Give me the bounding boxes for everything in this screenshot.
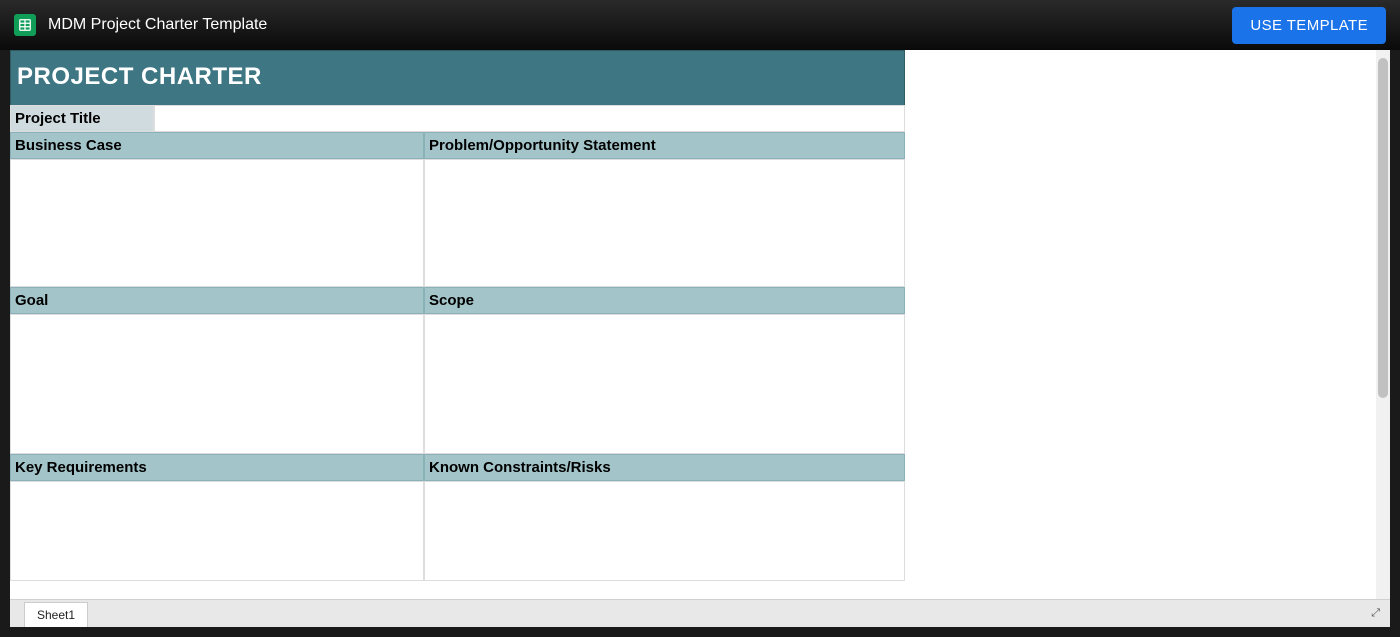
goal-cell[interactable]: [10, 314, 424, 454]
scrollbar-thumb[interactable]: [1378, 58, 1388, 398]
section-body-row-2: [10, 314, 905, 454]
scope-cell[interactable]: [424, 314, 905, 454]
section-body-row-1: [10, 159, 905, 287]
use-template-button[interactable]: USE TEMPLATE: [1232, 7, 1386, 44]
document-title: MDM Project Charter Template: [48, 16, 267, 34]
constraints-risks-header: Known Constraints/Risks: [424, 454, 905, 481]
key-requirements-header: Key Requirements: [10, 454, 424, 481]
scope-header: Scope: [424, 287, 905, 314]
sheet-area[interactable]: PROJECT CHARTER Project Title Business C…: [10, 50, 1376, 599]
project-title-input[interactable]: [154, 105, 905, 132]
top-bar: MDM Project Charter Template USE TEMPLAT…: [0, 0, 1400, 50]
sheet-tab-sheet1[interactable]: Sheet1: [24, 602, 88, 627]
spreadsheet-grid: PROJECT CHARTER Project Title Business C…: [10, 50, 905, 581]
bottom-bar-right: ⤢: [1361, 600, 1390, 627]
goal-header: Goal: [10, 287, 424, 314]
bottom-bar-spacer: [88, 600, 1361, 627]
project-title-row: Project Title: [10, 105, 905, 132]
business-case-cell[interactable]: [10, 159, 424, 287]
banner-title: PROJECT CHARTER: [10, 50, 905, 105]
section-body-row-3: [10, 481, 905, 581]
business-case-header: Business Case: [10, 132, 424, 159]
top-bar-left: MDM Project Charter Template: [14, 14, 267, 36]
expand-icon[interactable]: ⤢: [1371, 607, 1380, 620]
vertical-scrollbar[interactable]: [1376, 50, 1390, 599]
workspace: PROJECT CHARTER Project Title Business C…: [10, 50, 1390, 599]
section-header-row-1: Business Case Problem/Opportunity Statem…: [10, 132, 905, 159]
key-requirements-cell[interactable]: [10, 481, 424, 581]
problem-statement-header: Problem/Opportunity Statement: [424, 132, 905, 159]
sheet-tabs: Sheet1: [10, 600, 88, 627]
section-header-row-3: Key Requirements Known Constraints/Risks: [10, 454, 905, 481]
problem-statement-cell[interactable]: [424, 159, 905, 287]
bottom-bar: Sheet1 ⤢: [10, 599, 1390, 627]
constraints-risks-cell[interactable]: [424, 481, 905, 581]
section-header-row-2: Goal Scope: [10, 287, 905, 314]
project-title-label: Project Title: [10, 105, 154, 132]
sheets-icon: [14, 14, 36, 36]
